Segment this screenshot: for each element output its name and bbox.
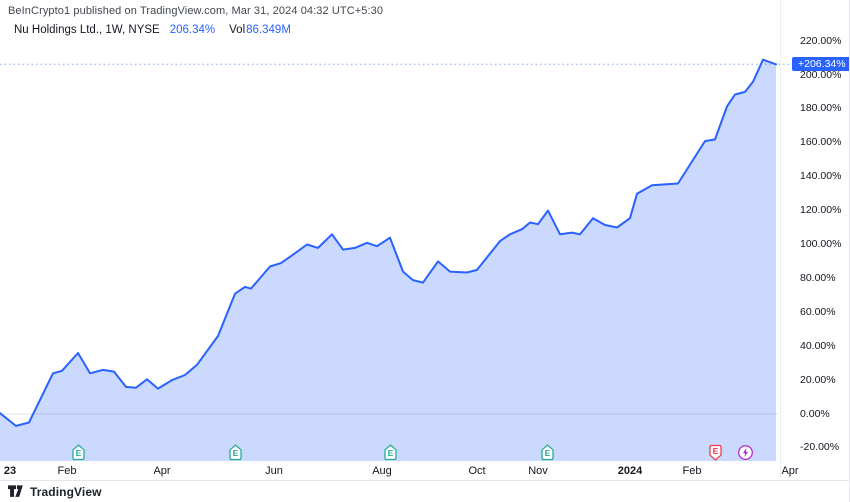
area-fill <box>0 60 776 461</box>
earnings-marker-icon[interactable]: E <box>227 444 244 461</box>
y-tick-label: 120.00% <box>800 204 841 216</box>
tradingview-snapshot: BeInCrypto1 published on TradingView.com… <box>0 0 850 502</box>
x-tick-label: Nov <box>528 465 548 477</box>
y-tick-label: 20.00% <box>800 374 836 386</box>
y-tick-label: 220.00% <box>800 35 841 47</box>
y-tick-label: 60.00% <box>800 306 836 318</box>
x-tick-label: Feb <box>683 465 702 477</box>
y-tick-label: -20.00% <box>800 441 839 453</box>
price-chart-canvas[interactable] <box>0 0 850 502</box>
earnings-marker-icon[interactable]: E <box>707 444 724 461</box>
earnings-marker-icon[interactable]: E <box>70 444 87 461</box>
y-tick-label: 40.00% <box>800 340 836 352</box>
x-tick-label: 2024 <box>618 465 642 477</box>
tradingview-logo-icon[interactable] <box>8 485 23 498</box>
svg-text:E: E <box>233 448 239 458</box>
footer-bar: TradingView <box>0 480 850 502</box>
y-tick-label: 80.00% <box>800 272 836 284</box>
svg-text:E: E <box>713 446 719 456</box>
current-price-badge: +206.34% <box>792 57 850 71</box>
x-tick-label: Jun <box>265 465 283 477</box>
svg-text:E: E <box>76 448 82 458</box>
x-tick-label: Aug <box>372 465 392 477</box>
svg-text:E: E <box>388 448 394 458</box>
earnings-marker-icon[interactable]: E <box>539 444 556 461</box>
y-tick-label: 160.00% <box>800 136 841 148</box>
y-tick-label: 0.00% <box>800 408 830 420</box>
x-tick-label: Feb <box>58 465 77 477</box>
price-scale[interactable]: 220.00%200.00%180.00%160.00%140.00%120.0… <box>780 0 850 478</box>
tradingview-brand-label[interactable]: TradingView <box>30 485 102 499</box>
y-tick-label: 100.00% <box>800 238 841 250</box>
x-tick-label: Apr <box>153 465 170 477</box>
x-tick-label: Oct <box>468 465 485 477</box>
x-tick-label: Apr <box>781 465 798 477</box>
time-scale[interactable]: 23FebAprJunAugOctNov2024FebApr <box>0 462 778 480</box>
earnings-marker-icon[interactable]: E <box>382 444 399 461</box>
y-tick-label: 140.00% <box>800 170 841 182</box>
y-tick-label: 180.00% <box>800 102 841 114</box>
x-tick-label: 23 <box>4 465 16 477</box>
event-bolt-marker-icon[interactable] <box>737 444 754 461</box>
svg-text:E: E <box>545 448 551 458</box>
